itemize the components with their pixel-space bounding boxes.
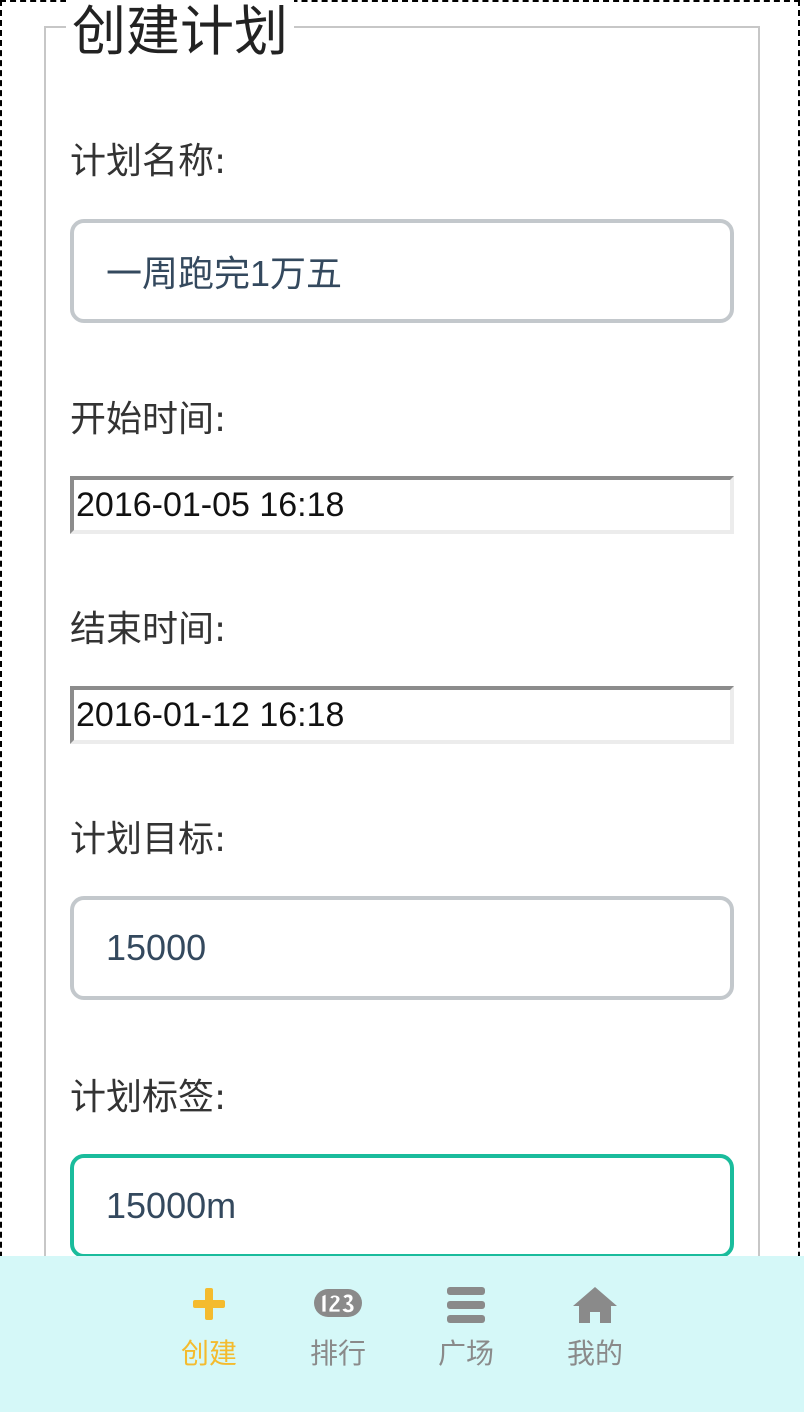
start-time-label: 开始时间: (70, 399, 227, 440)
page: 创建计划 计划名称: 开始时间: 结束时间: 计划目标: 计划标签: 创建 (0, 0, 804, 1412)
number-123-icon (288, 1282, 388, 1330)
goal-label: 计划目标: (70, 819, 227, 860)
tab-square-label: 广场 (437, 1337, 494, 1370)
tab-square[interactable]: 广场 (416, 1282, 516, 1382)
tab-create-label: 创建 (180, 1337, 237, 1370)
tab-ranking-label: 排行 (309, 1337, 366, 1370)
goal-input[interactable] (70, 896, 734, 1000)
plus-icon (159, 1282, 259, 1330)
plan-name-input[interactable] (70, 219, 734, 323)
tab-ranking[interactable]: 排行 (288, 1282, 388, 1382)
plan-name-label: 计划名称: (70, 141, 227, 182)
create-plan-legend: 创建计划 (66, 0, 294, 64)
start-time-input[interactable] (70, 476, 734, 534)
bottom-tab-bar: 创建 排行 广场 我的 (0, 1256, 804, 1412)
tab-mine-label: 我的 (566, 1337, 623, 1370)
end-time-label: 结束时间: (70, 609, 227, 650)
tag-label: 计划标签: (70, 1077, 227, 1118)
home-icon (545, 1282, 645, 1330)
tab-mine[interactable]: 我的 (545, 1282, 645, 1382)
tab-create[interactable]: 创建 (159, 1282, 259, 1382)
menu-icon (416, 1282, 516, 1330)
end-time-input[interactable] (70, 686, 734, 744)
tag-input[interactable] (70, 1154, 734, 1258)
